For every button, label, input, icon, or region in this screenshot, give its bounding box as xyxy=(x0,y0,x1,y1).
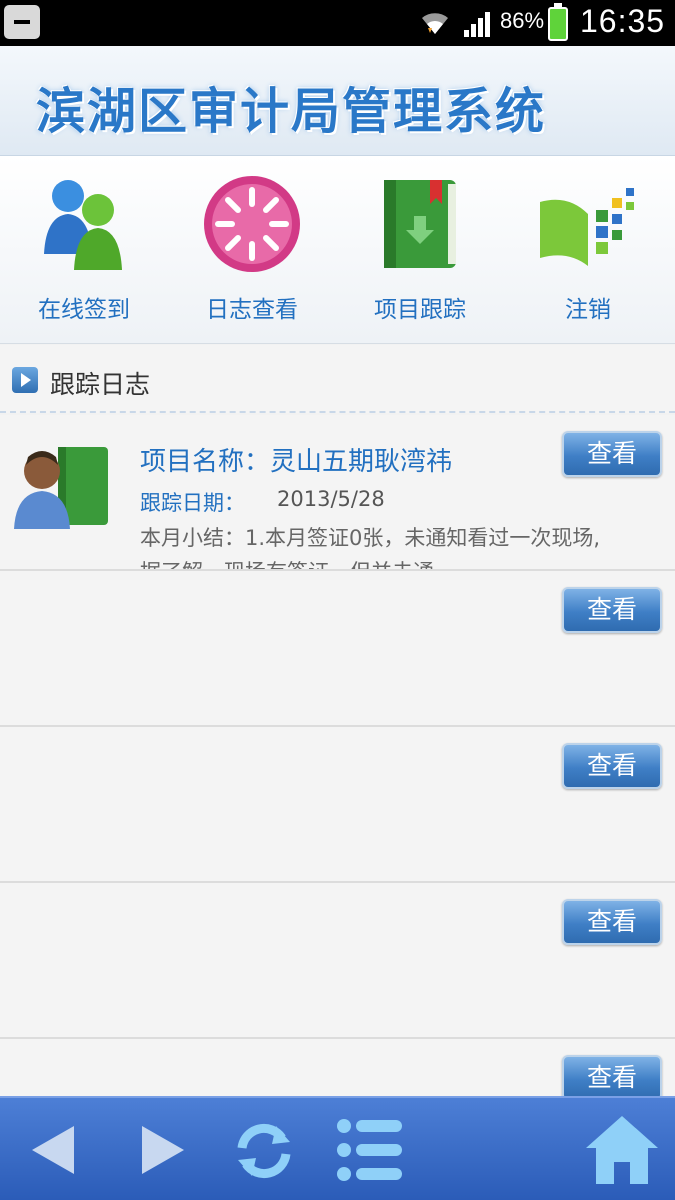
status-bar: 86% 16:35 xyxy=(0,0,675,46)
list-item[interactable]: 项目名称：灵山五期耿湾祎 跟踪日期： 2013/5/28 本月小结：1.本月签证… xyxy=(0,415,675,571)
refresh-icon[interactable] xyxy=(224,1112,304,1188)
view-button[interactable]: 查看 xyxy=(562,431,662,477)
clock: 16:35 xyxy=(580,3,666,39)
play-icon xyxy=(12,367,38,393)
section-header: 跟踪日志 xyxy=(0,345,675,413)
nav-label: 在线签到 xyxy=(38,297,130,323)
app-header: 滨湖区审计局管理系统 xyxy=(0,46,675,156)
person-book-icon xyxy=(14,447,108,529)
project-name: 项目名称：灵山五期耿湾祎 xyxy=(140,447,453,477)
bottom-toolbar xyxy=(0,1096,675,1200)
nav-label: 项目跟踪 xyxy=(374,297,466,323)
list-item[interactable]: 查看 xyxy=(0,727,675,883)
green-book-icon xyxy=(384,180,456,268)
logout-icon xyxy=(540,188,634,266)
nav-item-checkin[interactable]: 在线签到 xyxy=(0,156,168,344)
list-item[interactable]: 查看 xyxy=(0,883,675,1039)
nav-item-logout[interactable]: 注销 xyxy=(504,156,672,344)
loading-circle-icon xyxy=(204,176,300,272)
section-title: 跟踪日志 xyxy=(50,370,151,399)
view-button[interactable]: 查看 xyxy=(562,1055,662,1101)
view-button[interactable]: 查看 xyxy=(562,899,662,945)
users-icon xyxy=(44,180,122,270)
track-date: 2013/5/28 xyxy=(277,487,385,511)
date-label: 跟踪日期： xyxy=(140,491,245,515)
nav-label: 日志查看 xyxy=(206,297,298,323)
signal-icon xyxy=(464,12,490,37)
list-item[interactable]: 查看 xyxy=(0,571,675,727)
view-button[interactable]: 查看 xyxy=(562,587,662,633)
home-icon[interactable] xyxy=(582,1112,662,1188)
battery-percent: 86% xyxy=(500,8,545,33)
nav-item-log-view[interactable]: 日志查看 xyxy=(168,156,336,344)
menu-list-icon[interactable] xyxy=(330,1112,410,1188)
main-nav: 在线签到 日志查看 项目跟踪 注销 xyxy=(0,156,675,344)
notification-icon xyxy=(4,5,40,39)
view-button[interactable]: 查看 xyxy=(562,743,662,789)
summary-text: 本月小结：1.本月签证0张，未通知看过一次现场,据了解，现场有签证，但并未通 xyxy=(140,526,601,569)
back-arrow-icon[interactable] xyxy=(22,1112,102,1188)
app-title: 滨湖区审计局管理系统 xyxy=(36,83,547,140)
battery-icon xyxy=(548,3,568,41)
nav-item-project-tracking[interactable]: 项目跟踪 xyxy=(336,156,504,344)
wifi-icon xyxy=(422,13,448,34)
forward-arrow-icon[interactable] xyxy=(122,1112,202,1188)
nav-label: 注销 xyxy=(565,297,611,323)
